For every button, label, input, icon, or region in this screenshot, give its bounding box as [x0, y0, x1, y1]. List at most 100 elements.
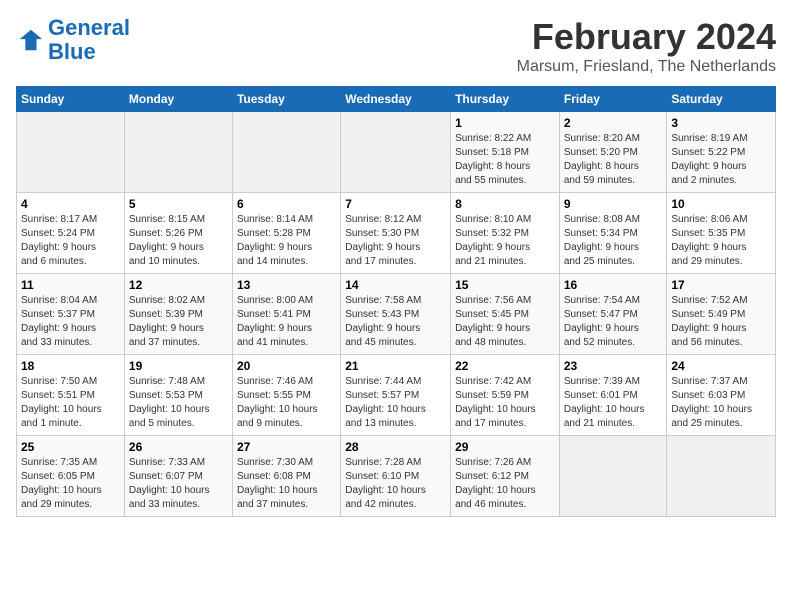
calendar-cell: 10 Sunrise: 8:06 AM Sunset: 5:35 PM Dayli…	[667, 193, 776, 274]
calendar-cell: 9Sunrise: 8:08 AM Sunset: 5:34 PM Daylig…	[559, 193, 667, 274]
calendar-cell: 23 Sunrise: 7:39 AM Sunset: 6:01 PM Dayli…	[559, 355, 667, 436]
day-info: Sunrise: 7:39 AM Sunset: 6:01 PM Dayligh…	[564, 375, 663, 431]
calendar-week-row: 1Sunrise: 8:22 AM Sunset: 5:18 PM Daylig…	[17, 112, 776, 193]
calendar-cell: 27 Sunrise: 7:30 AM Sunset: 6:08 PM Dayli…	[232, 436, 340, 517]
calendar-body: 1Sunrise: 8:22 AM Sunset: 5:18 PM Daylig…	[17, 112, 776, 517]
day-number: 24	[671, 359, 771, 373]
day-info: Sunrise: 8:06 AM Sunset: 5:35 PM Dayligh…	[671, 213, 771, 269]
calendar-week-row: 11 Sunrise: 8:04 AM Sunset: 5:37 PM Dayli…	[17, 274, 776, 355]
day-number: 13	[237, 278, 336, 292]
day-number: 16	[564, 278, 663, 292]
subtitle: Marsum, Friesland, The Netherlands	[517, 58, 776, 76]
day-info: Sunrise: 8:17 AM Sunset: 5:24 PM Dayligh…	[21, 213, 120, 269]
day-info: Sunrise: 7:52 AM Sunset: 5:49 PM Dayligh…	[671, 294, 771, 350]
day-info: Sunrise: 7:26 AM Sunset: 6:12 PM Dayligh…	[455, 456, 555, 512]
day-info: Sunrise: 8:12 AM Sunset: 5:30 PM Dayligh…	[345, 213, 446, 269]
day-info: Sunrise: 7:48 AM Sunset: 5:53 PM Dayligh…	[129, 375, 228, 431]
day-info: Sunrise: 7:46 AM Sunset: 5:55 PM Dayligh…	[237, 375, 336, 431]
day-number: 7	[345, 197, 446, 211]
calendar-cell: 28Sunrise: 7:28 AM Sunset: 6:10 PM Dayli…	[341, 436, 451, 517]
calendar-cell: 12 Sunrise: 8:02 AM Sunset: 5:39 PM Dayli…	[124, 274, 232, 355]
calendar-cell: 17 Sunrise: 7:52 AM Sunset: 5:49 PM Dayli…	[667, 274, 776, 355]
header: General Blue February 2024 Marsum, Fries…	[16, 16, 776, 76]
calendar-cell	[559, 436, 667, 517]
day-number: 22	[455, 359, 555, 373]
calendar-cell: 1Sunrise: 8:22 AM Sunset: 5:18 PM Daylig…	[451, 112, 560, 193]
day-info: Sunrise: 7:33 AM Sunset: 6:07 PM Dayligh…	[129, 456, 228, 512]
day-info: Sunrise: 7:50 AM Sunset: 5:51 PM Dayligh…	[21, 375, 120, 431]
day-number: 14	[345, 278, 446, 292]
day-info: Sunrise: 7:44 AM Sunset: 5:57 PM Dayligh…	[345, 375, 446, 431]
calendar-cell: 11 Sunrise: 8:04 AM Sunset: 5:37 PM Dayli…	[17, 274, 125, 355]
day-number: 11	[21, 278, 120, 292]
day-of-week-header: Thursday	[451, 87, 560, 112]
day-of-week-header: Sunday	[17, 87, 125, 112]
day-number: 10	[671, 197, 771, 211]
calendar-week-row: 25 Sunrise: 7:35 AM Sunset: 6:05 PM Dayli…	[17, 436, 776, 517]
day-number: 27	[237, 440, 336, 454]
day-number: 5	[129, 197, 228, 211]
calendar-cell: 8 Sunrise: 8:10 AM Sunset: 5:32 PM Daylig…	[451, 193, 560, 274]
calendar-cell	[341, 112, 451, 193]
day-number: 18	[21, 359, 120, 373]
title-block: February 2024 Marsum, Friesland, The Net…	[517, 16, 776, 76]
calendar-cell: 22 Sunrise: 7:42 AM Sunset: 5:59 PM Dayli…	[451, 355, 560, 436]
day-number: 12	[129, 278, 228, 292]
day-of-week-header: Friday	[559, 87, 667, 112]
day-number: 25	[21, 440, 120, 454]
calendar-cell: 3Sunrise: 8:19 AM Sunset: 5:22 PM Daylig…	[667, 112, 776, 193]
day-info: Sunrise: 7:30 AM Sunset: 6:08 PM Dayligh…	[237, 456, 336, 512]
day-info: Sunrise: 8:08 AM Sunset: 5:34 PM Dayligh…	[564, 213, 663, 269]
day-number: 17	[671, 278, 771, 292]
calendar-cell: 7 Sunrise: 8:12 AM Sunset: 5:30 PM Daylig…	[341, 193, 451, 274]
day-number: 21	[345, 359, 446, 373]
day-number: 23	[564, 359, 663, 373]
day-number: 3	[671, 116, 771, 130]
day-info: Sunrise: 7:37 AM Sunset: 6:03 PM Dayligh…	[671, 375, 771, 431]
day-number: 2	[564, 116, 663, 130]
calendar-cell: 4Sunrise: 8:17 AM Sunset: 5:24 PM Daylig…	[17, 193, 125, 274]
calendar-cell: 25 Sunrise: 7:35 AM Sunset: 6:05 PM Dayli…	[17, 436, 125, 517]
day-info: Sunrise: 7:56 AM Sunset: 5:45 PM Dayligh…	[455, 294, 555, 350]
day-info: Sunrise: 8:20 AM Sunset: 5:20 PM Dayligh…	[564, 132, 663, 188]
calendar-header-row: SundayMondayTuesdayWednesdayThursdayFrid…	[17, 87, 776, 112]
calendar-cell: 2 Sunrise: 8:20 AM Sunset: 5:20 PM Daylig…	[559, 112, 667, 193]
calendar-cell: 16Sunrise: 7:54 AM Sunset: 5:47 PM Dayli…	[559, 274, 667, 355]
calendar-cell: 14 Sunrise: 7:58 AM Sunset: 5:43 PM Dayli…	[341, 274, 451, 355]
day-info: Sunrise: 8:00 AM Sunset: 5:41 PM Dayligh…	[237, 294, 336, 350]
day-info: Sunrise: 7:35 AM Sunset: 6:05 PM Dayligh…	[21, 456, 120, 512]
calendar-cell	[232, 112, 340, 193]
calendar-cell: 13 Sunrise: 8:00 AM Sunset: 5:41 PM Dayli…	[232, 274, 340, 355]
calendar-cell	[17, 112, 125, 193]
day-of-week-header: Monday	[124, 87, 232, 112]
day-number: 1	[455, 116, 555, 130]
day-number: 20	[237, 359, 336, 373]
logo-line1: General	[48, 15, 130, 40]
day-info: Sunrise: 7:28 AM Sunset: 6:10 PM Dayligh…	[345, 456, 446, 512]
day-of-week-header: Saturday	[667, 87, 776, 112]
calendar-cell: 24 Sunrise: 7:37 AM Sunset: 6:03 PM Dayli…	[667, 355, 776, 436]
calendar-week-row: 18 Sunrise: 7:50 AM Sunset: 5:51 PM Dayli…	[17, 355, 776, 436]
calendar-cell: 18 Sunrise: 7:50 AM Sunset: 5:51 PM Dayli…	[17, 355, 125, 436]
day-info: Sunrise: 8:10 AM Sunset: 5:32 PM Dayligh…	[455, 213, 555, 269]
day-info: Sunrise: 7:42 AM Sunset: 5:59 PM Dayligh…	[455, 375, 555, 431]
day-info: Sunrise: 8:04 AM Sunset: 5:37 PM Dayligh…	[21, 294, 120, 350]
day-info: Sunrise: 8:02 AM Sunset: 5:39 PM Dayligh…	[129, 294, 228, 350]
calendar-week-row: 4Sunrise: 8:17 AM Sunset: 5:24 PM Daylig…	[17, 193, 776, 274]
logo-line2: Blue	[48, 39, 96, 64]
calendar-cell: 26 Sunrise: 7:33 AM Sunset: 6:07 PM Dayli…	[124, 436, 232, 517]
calendar-cell: 15 Sunrise: 7:56 AM Sunset: 5:45 PM Dayli…	[451, 274, 560, 355]
calendar-cell: 20 Sunrise: 7:46 AM Sunset: 5:55 PM Dayli…	[232, 355, 340, 436]
logo: General Blue	[16, 16, 130, 64]
calendar-cell: 21 Sunrise: 7:44 AM Sunset: 5:57 PM Dayli…	[341, 355, 451, 436]
day-number: 15	[455, 278, 555, 292]
calendar-cell: 19Sunrise: 7:48 AM Sunset: 5:53 PM Dayli…	[124, 355, 232, 436]
day-number: 8	[455, 197, 555, 211]
day-info: Sunrise: 8:14 AM Sunset: 5:28 PM Dayligh…	[237, 213, 336, 269]
logo-text: General Blue	[48, 16, 130, 64]
calendar-table: SundayMondayTuesdayWednesdayThursdayFrid…	[16, 86, 776, 517]
day-number: 26	[129, 440, 228, 454]
calendar-cell: 5Sunrise: 8:15 AM Sunset: 5:26 PM Daylig…	[124, 193, 232, 274]
day-info: Sunrise: 7:58 AM Sunset: 5:43 PM Dayligh…	[345, 294, 446, 350]
day-number: 6	[237, 197, 336, 211]
